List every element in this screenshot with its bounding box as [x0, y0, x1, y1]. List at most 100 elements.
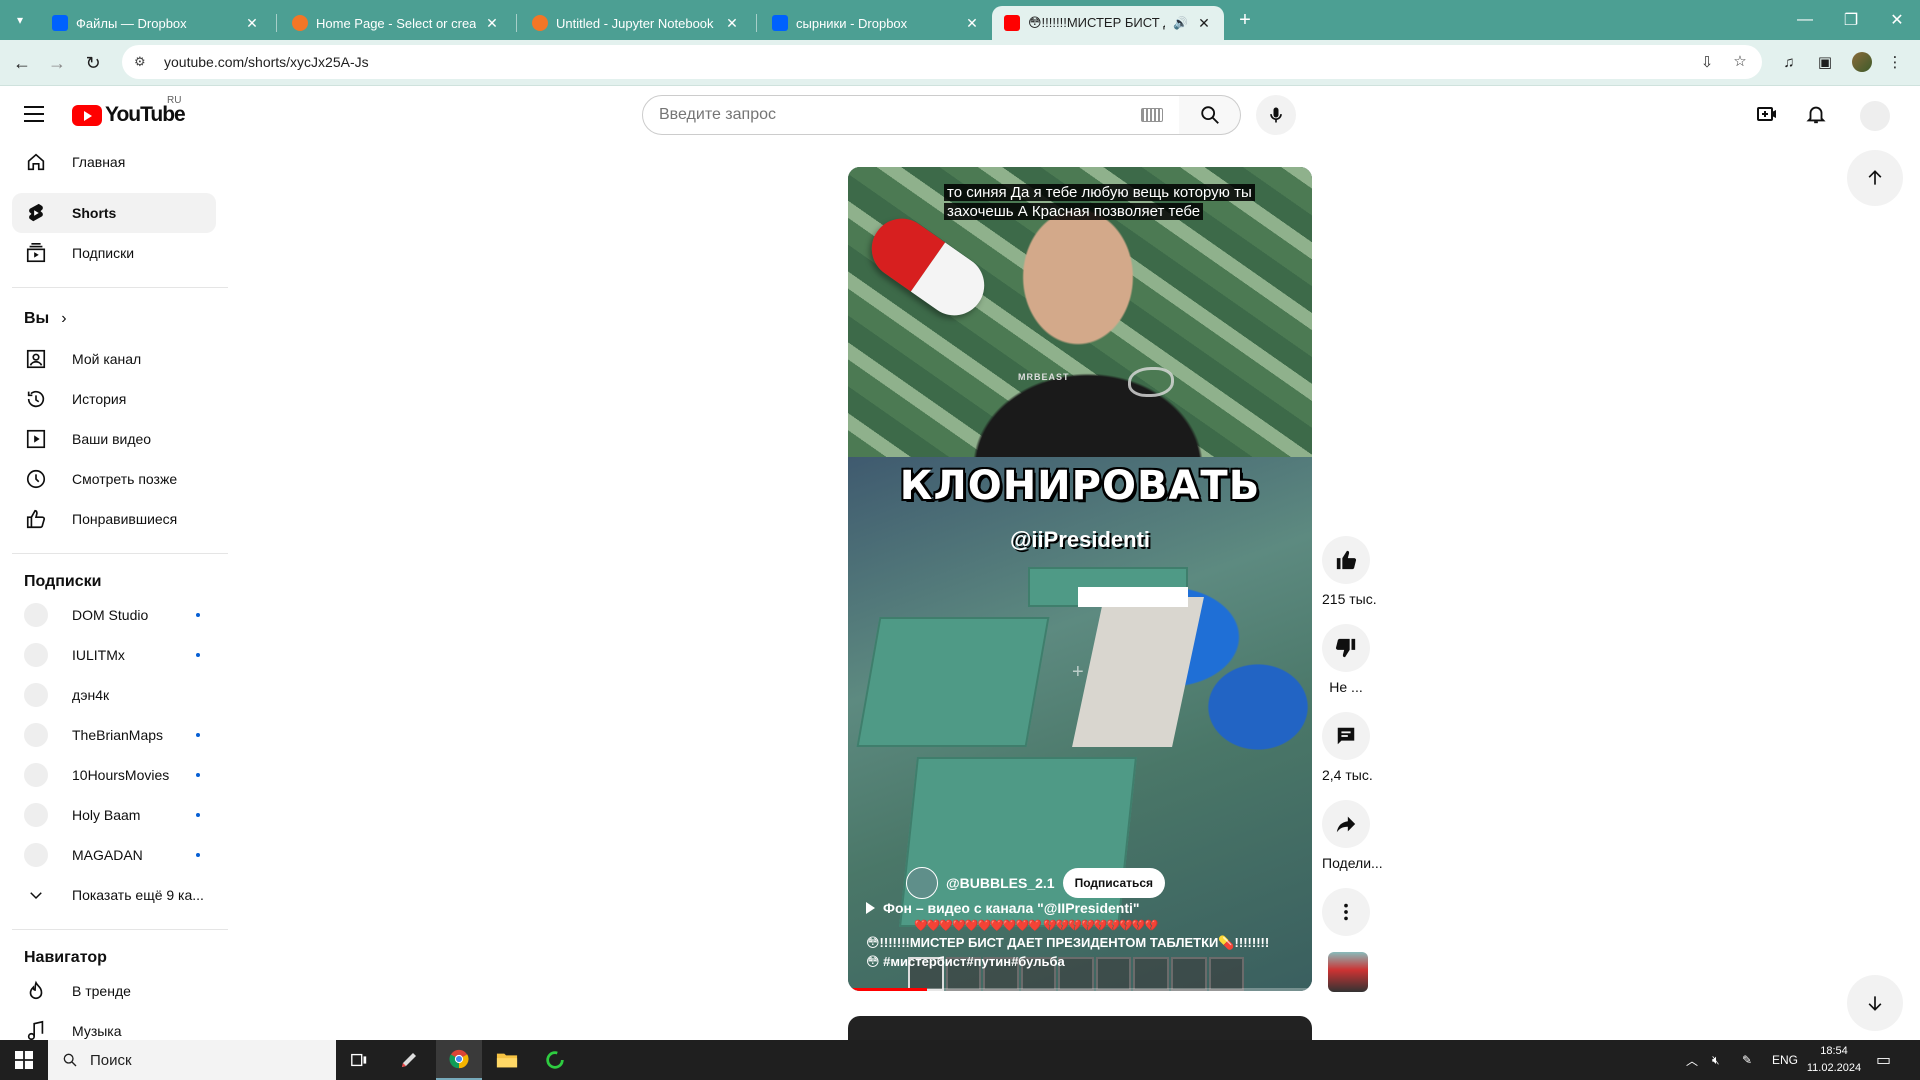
subscription-item[interactable]: TheBrianMaps [12, 715, 216, 755]
install-app-icon[interactable]: ⇩ [1698, 54, 1716, 72]
subscription-item[interactable]: Holy Baam [12, 795, 216, 835]
taskbar-app-explorer[interactable] [484, 1040, 530, 1080]
search-button[interactable] [1179, 95, 1241, 135]
sidebar-item-shorts[interactable]: Shorts [12, 193, 216, 233]
close-tab-icon[interactable]: ✕ [244, 15, 260, 32]
taskbar-app-chrome[interactable] [436, 1040, 482, 1080]
back-button[interactable]: ← [9, 50, 35, 76]
show-more-button[interactable]: Показать ещё 9 ка... [12, 875, 216, 915]
browser-tab[interactable]: Untitled - Jupyter Notebook ✕ [520, 6, 752, 40]
browser-tab[interactable]: Файлы — Dropbox ✕ [40, 6, 272, 40]
address-bar[interactable]: ⚙ youtube.com/shorts/xycJx25A-Js [122, 45, 1762, 79]
sound-thumbnail[interactable] [1328, 952, 1368, 992]
sidebar-item-history[interactable]: История [12, 379, 216, 419]
browser-menu-icon[interactable]: ⋮ [1884, 52, 1906, 74]
minimize-button[interactable]: — [1782, 0, 1828, 40]
browser-tab-active[interactable]: 😳!!!!!!!МИСТЕР БИСТ ДАЕ 🔊 ✕ [992, 6, 1224, 40]
create-button[interactable] [1755, 102, 1779, 126]
sidebar-item-your-videos[interactable]: Ваши видео [12, 419, 216, 459]
sidebar-item-trending[interactable]: В тренде [12, 971, 216, 1011]
voice-search-button[interactable] [1256, 95, 1296, 135]
new-content-dot [196, 813, 200, 817]
youtube-header: YouTube RU [0, 86, 1920, 142]
channel-avatar [24, 763, 48, 787]
forward-button[interactable]: → [44, 50, 70, 76]
previous-short-button[interactable] [1847, 150, 1903, 206]
volume-muted-icon[interactable]: 🔇︎ [1712, 1040, 1720, 1080]
background-credit-text: Фон – видео с канала "@IIPresidenti" [883, 900, 1140, 916]
subscription-item[interactable]: MAGADAN [12, 835, 216, 875]
section-heading: Вы [24, 310, 50, 327]
side-panel-icon[interactable]: ▣ [1814, 52, 1836, 74]
taskbar-app-loader[interactable] [532, 1040, 578, 1080]
section-heading: Навигатор [24, 949, 107, 966]
site-info-icon[interactable]: ⚙ [134, 54, 152, 70]
sidebar-item-music[interactable]: Музыка [12, 1011, 216, 1040]
close-window-button[interactable]: ✕ [1874, 0, 1920, 40]
reload-button[interactable]: ↻ [80, 50, 106, 76]
browser-tab[interactable]: Home Page - Select or create a ✕ [280, 6, 512, 40]
more-options-button[interactable] [1322, 888, 1370, 936]
bookmark-star-icon[interactable]: ☆ [1731, 53, 1749, 71]
restore-button[interactable]: ❐ [1828, 0, 1874, 40]
divider [12, 929, 228, 930]
arrow-up-icon [1868, 170, 1882, 185]
pen-tray-icon[interactable]: ✎ [1742, 1040, 1752, 1080]
clock[interactable]: 18:54 11.02.2024 [1804, 1043, 1864, 1077]
next-short-preview[interactable] [848, 1016, 1312, 1040]
dislike-button[interactable] [1322, 624, 1370, 672]
liked-icon [24, 507, 48, 531]
taskbar-search[interactable]: Поиск [48, 1040, 336, 1080]
comment-icon [1337, 727, 1355, 745]
account-avatar[interactable] [1860, 101, 1890, 131]
channel-avatar[interactable] [906, 867, 938, 899]
sidebar-item-label: Shorts [72, 205, 117, 221]
start-button[interactable] [0, 1040, 48, 1080]
sidebar-item-subscriptions[interactable]: Подписки [12, 233, 216, 273]
keyboard-icon[interactable] [1141, 108, 1163, 122]
sidebar-item-my-channel[interactable]: Мой канал [12, 339, 216, 379]
like-button[interactable] [1322, 536, 1370, 584]
language-indicator[interactable]: ENG [1772, 1040, 1798, 1080]
sidebar-item-home[interactable]: Главная [12, 142, 216, 182]
video-frame-top: MRBEAST то синяя Да я тебе любую вещь ко… [848, 167, 1312, 457]
subscribe-button[interactable]: Подписаться [1062, 868, 1166, 898]
youtube-logo[interactable]: YouTube RU [72, 95, 186, 127]
new-tab-button[interactable]: + [1232, 8, 1258, 34]
menu-icon[interactable] [22, 102, 46, 126]
subscription-item[interactable]: IULITMx [12, 635, 216, 675]
subscription-item[interactable]: дэн4к [12, 675, 216, 715]
speaker-icon[interactable]: 🔊 [1173, 16, 1188, 30]
dropbox-icon [52, 15, 68, 31]
shorts-video-player[interactable]: MRBEAST то синяя Да я тебе любую вещь ко… [848, 167, 1312, 991]
comments-button[interactable] [1322, 712, 1370, 760]
close-tab-icon[interactable]: ✕ [1196, 15, 1212, 32]
search-input[interactable] [659, 106, 1141, 124]
short-title[interactable]: 😳!!!!!!!МИСТЕР БИСТ ДАЕТ ПРЕЗИДЕНТОМ ТАБ… [866, 933, 1302, 971]
tab-search-button[interactable]: ▾ [8, 8, 32, 32]
shirt-print: MRBEAST [1018, 372, 1070, 382]
next-short-button[interactable] [1847, 975, 1903, 1031]
close-tab-icon[interactable]: ✕ [724, 15, 740, 32]
task-view-button[interactable] [336, 1040, 382, 1080]
media-control-icon[interactable]: ♫ [1778, 52, 1800, 74]
you-section-header[interactable]: Вы › [12, 299, 216, 339]
notifications-button[interactable] [1804, 102, 1828, 126]
tray-chevron-icon[interactable]: ︿ [1686, 1040, 1698, 1080]
channel-name[interactable]: @BUBBLES_2.1 [946, 875, 1055, 891]
notification-center-icon[interactable]: ▭ [1876, 1040, 1891, 1080]
subscription-item[interactable]: DOM Studio [12, 595, 216, 635]
close-tab-icon[interactable]: ✕ [964, 15, 980, 32]
profile-avatar[interactable] [1852, 52, 1872, 72]
like-action: 215 тыс. [1322, 536, 1377, 607]
sidebar-item-liked[interactable]: Понравившиеся [12, 499, 216, 539]
sidebar-item-watch-later[interactable]: Смотреть позже [12, 459, 216, 499]
share-button[interactable] [1322, 800, 1370, 848]
close-tab-icon[interactable]: ✕ [484, 15, 500, 32]
background-video-link[interactable]: Фон – видео с канала "@IIPresidenti" [866, 900, 1140, 916]
browser-tab[interactable]: сырники - Dropbox ✕ [760, 6, 992, 40]
subscription-item[interactable]: 10HoursMovies [12, 755, 216, 795]
progress-bar[interactable] [848, 988, 1312, 991]
like-count: 215 тыс. [1322, 591, 1377, 607]
taskbar-app-pen[interactable] [386, 1040, 432, 1080]
